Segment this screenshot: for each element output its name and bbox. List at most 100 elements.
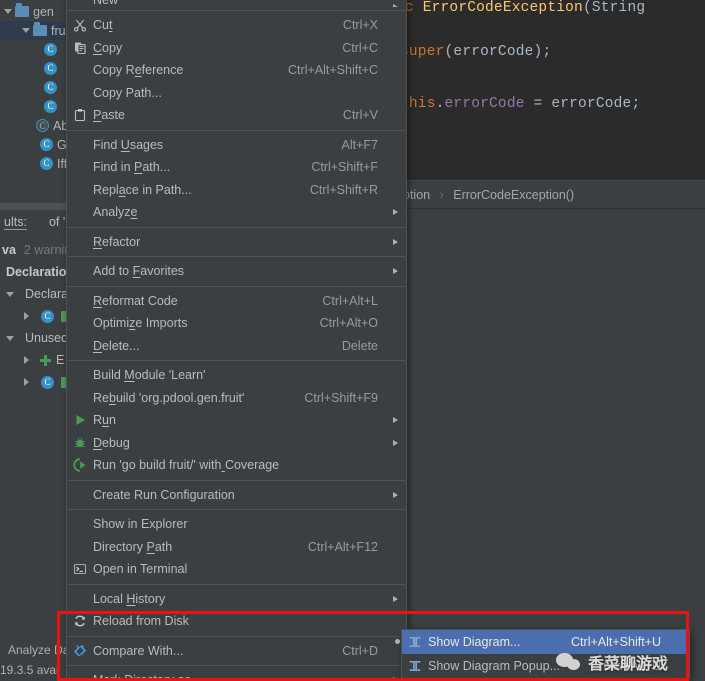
menu-item-icon-slot [67, 364, 93, 387]
menu-item-icon-slot [67, 312, 93, 335]
menu-item-label: Rebuild 'org.pdool.gen.fruit' [93, 390, 245, 405]
class-icon: C [44, 100, 57, 113]
menu-item-show-in-explorer[interactable]: Show in Explorer [67, 513, 406, 536]
menu-item-open-in-terminal[interactable]: Open in Terminal [67, 558, 406, 581]
class-icon: C [40, 157, 53, 170]
menu-item-label: Show in Explorer [93, 517, 188, 532]
menu-item-label: Build Module 'Learn' [93, 368, 206, 383]
menu-separator [67, 10, 406, 11]
menu-item-label: Find Usages [93, 137, 164, 152]
menu-item-reformat-code[interactable]: Reformat Code Ctrl+Alt+L [67, 290, 406, 313]
menu-item-compare-with[interactable]: Compare With... Ctrl+D [67, 640, 406, 663]
menu-item-cut[interactable]: Cut Ctrl+X [67, 14, 406, 37]
menu-item-find-in-path[interactable]: Find in Path... Ctrl+Shift+F [67, 156, 406, 179]
menu-item-rebuild-org-pdool-gen-fruit[interactable]: Rebuild 'org.pdool.gen.fruit' Ctrl+Shift+… [67, 387, 406, 410]
menu-item-refactor[interactable]: Refactor [67, 231, 406, 254]
expand-arrow-icon[interactable] [22, 311, 31, 321]
menu-item-label: Mark Directory as [93, 673, 191, 681]
breadcrumb-item-1[interactable]: ErrorCodeException() [453, 188, 574, 202]
collapse-arrow-icon[interactable] [6, 334, 15, 343]
menu-item-icon-slot [67, 201, 93, 224]
menu-item-label: Refactor [93, 234, 141, 249]
expand-arrow-icon[interactable] [22, 377, 31, 387]
menu-item-label: Cut [93, 18, 113, 33]
menu-item-mark-directory-as[interactable]: Mark Directory as [67, 669, 406, 681]
menu-item-analyze[interactable]: Analyze [67, 201, 406, 224]
menu-item-label: Run [93, 413, 116, 428]
menu-item-shortcut: Ctrl+X [342, 18, 378, 33]
menu-item-shortcut: Ctrl+Shift+F9 [304, 390, 378, 405]
menu-item-label: Open in Terminal [93, 562, 188, 577]
menu-separator [67, 583, 406, 585]
menu-item-shortcut: Ctrl+Alt+L [322, 293, 378, 308]
status-version-text: 19.3.5 avai [0, 663, 59, 677]
menu-item-icon-slot [67, 536, 93, 559]
menu-item-shortcut: Ctrl+D [342, 643, 378, 658]
menu-item-copy-reference[interactable]: Copy Reference Ctrl+Alt+Shift+C [67, 59, 406, 82]
menu-item-reload-from-disk[interactable]: Reload from Disk [67, 610, 406, 633]
tree-row-label: fru [51, 23, 66, 38]
menu-item-icon-slot [67, 179, 93, 202]
class-icon: C [44, 62, 57, 75]
menu-item-shortcut: Ctrl+Shift+F [311, 160, 378, 175]
menu-item-label: Copy Reference [93, 63, 184, 78]
menu-separator [67, 360, 406, 361]
menu-item-shortcut: Ctrl+Alt+O [319, 316, 378, 331]
collapse-arrow-icon[interactable] [22, 26, 31, 35]
collapse-arrow-icon[interactable] [4, 7, 13, 16]
abstract-class-icon: C [36, 119, 49, 132]
collapse-arrow-icon[interactable] [6, 290, 15, 299]
results-label: ults: [4, 214, 27, 230]
menu-item-local-history[interactable]: Local History [67, 588, 406, 611]
menu-separator [67, 129, 406, 131]
terminal-icon [67, 558, 93, 581]
menu-item-label: Show Diagram... [428, 635, 521, 649]
menu-item-icon-slot [67, 82, 93, 105]
menu-item-label: Directory Path [93, 539, 173, 554]
menu-item-icon-slot [67, 231, 93, 254]
menu-item-paste[interactable]: Paste Ctrl+V [67, 104, 406, 127]
diagram-icon [402, 654, 428, 678]
menu-item-shortcut: Ctrl+Alt+Shift+C [288, 63, 378, 78]
menu-item-create-run-configuration[interactable]: Create Run Configuration [67, 484, 406, 507]
context-menu[interactable]: New Cut Ctrl+X Copy Ctrl+C Copy Reference Ctrl… [66, 0, 407, 681]
debug-icon [67, 432, 93, 455]
menu-item-run-go-build-fruit-with-coverage[interactable]: Run 'go build fruit/' with Coverage [67, 454, 406, 477]
expand-arrow-icon[interactable] [22, 355, 31, 365]
menu-item-add-to-favorites[interactable]: Add to Favorites [67, 260, 406, 283]
menu-item-label: Replace in Path... [93, 182, 192, 197]
menu-item-label: Local History [93, 591, 166, 606]
menu-item-icon-slot [67, 260, 93, 283]
watermark-text: 香菜聊游戏 [588, 654, 669, 673]
menu-separator [67, 256, 406, 257]
menu-item-label: Run 'go build fruit/' with Coverage [93, 458, 280, 473]
menu-item-icon-slot [67, 134, 93, 157]
menu-item-build-module-learn[interactable]: Build Module 'Learn' [67, 364, 406, 387]
breadcrumb[interactable]: otion › ErrorCodeException() [403, 188, 574, 202]
menu-item-shortcut: Ctrl+Shift+R [309, 182, 378, 197]
menu-item-run[interactable]: Run [67, 409, 406, 432]
menu-item-icon-slot [67, 156, 93, 179]
menu-separator [67, 226, 406, 228]
menu-item-directory-path[interactable]: Directory Path Ctrl+Alt+F12 [67, 536, 406, 559]
unused-group-label: Unused [25, 331, 69, 345]
menu-item-icon-slot [67, 335, 93, 358]
menu-item-copy[interactable]: Copy Ctrl+C [67, 37, 406, 60]
breadcrumb-item-0[interactable]: otion [403, 188, 430, 202]
menu-item-new[interactable]: New [67, 0, 406, 7]
menu-item-copy-path[interactable]: Copy Path... [67, 82, 406, 105]
menu-item-find-usages[interactable]: Find Usages Alt+F7 [67, 134, 406, 157]
menu-item-shortcut: Delete [341, 338, 378, 353]
menu-item-optimize-imports[interactable]: Optimize Imports Ctrl+Alt+O [67, 312, 406, 335]
menu-item-shortcut: Ctrl+Alt+F12 [307, 539, 378, 554]
menu-item-label: Compare With... [93, 643, 184, 658]
menu-separator [67, 665, 406, 666]
menu-item-shortcut: Alt+F7 [341, 137, 378, 152]
folder-icon [33, 22, 47, 36]
menu-item-debug[interactable]: Debug [67, 432, 406, 455]
menu-item-label: Reformat Code [93, 293, 178, 308]
menu-item-delete[interactable]: Delete... Delete [67, 335, 406, 358]
menu-item-replace-in-path[interactable]: Replace in Path... Ctrl+Shift+R [67, 179, 406, 202]
menu-separator [67, 479, 406, 481]
watermark: 香菜聊游戏 [556, 650, 668, 674]
